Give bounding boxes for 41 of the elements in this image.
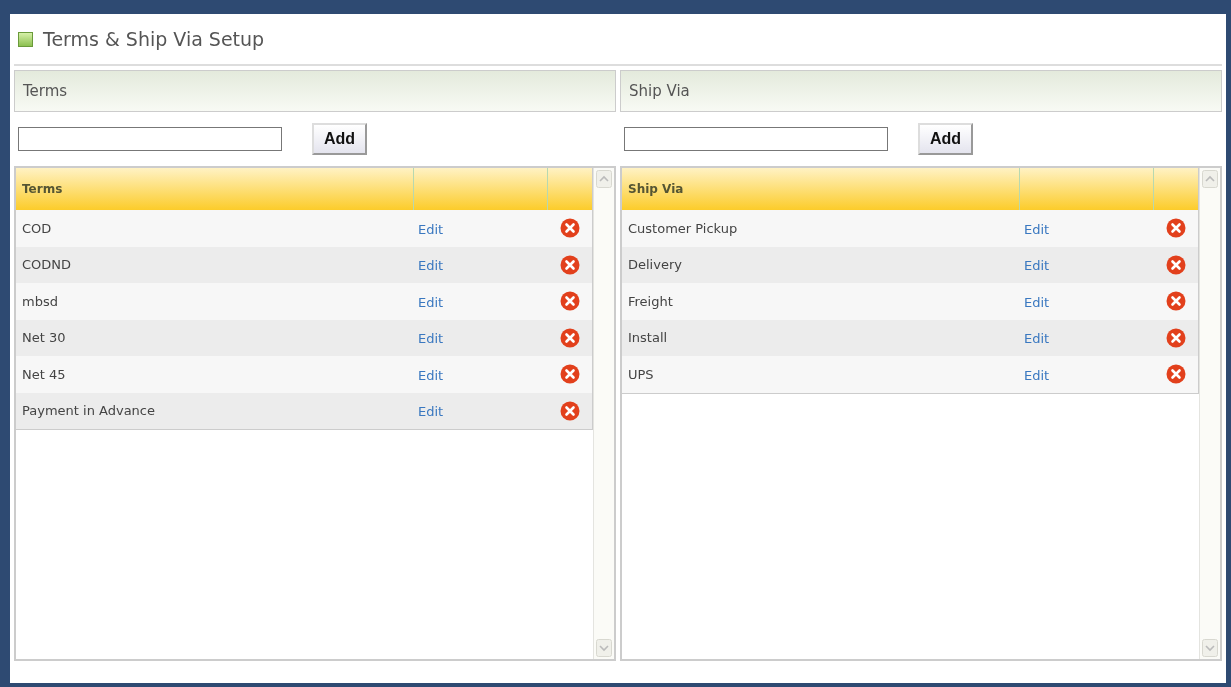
table-cell-text: Payment in Advance [21,403,156,419]
delete-icon[interactable] [1166,254,1186,275]
edit-link[interactable]: Edit [1024,331,1050,347]
table-cell-text: Net 45 [21,366,67,382]
table-cell-text: mbsd [21,293,59,309]
panel-title: Ship Via [629,82,690,100]
input-field[interactable] [624,127,888,151]
table-cell-text: Net 30 [21,330,67,346]
table-cell-text: CODND [21,257,73,273]
delete-icon[interactable] [560,364,580,385]
input-field[interactable] [18,127,282,151]
delete-icon[interactable] [1166,218,1186,239]
table-cell-text: COD [21,220,53,236]
delete-icon[interactable] [560,400,580,421]
edit-link[interactable]: Edit [1024,294,1050,310]
edit-link[interactable]: Edit [418,331,444,347]
edit-link[interactable]: Edit [418,294,444,310]
delete-icon[interactable] [1166,291,1186,312]
table-cell-text: Customer Pickup [627,220,739,236]
delete-icon[interactable] [560,291,580,312]
edit-link[interactable]: Edit [1024,367,1050,383]
edit-link[interactable]: Edit [1024,258,1050,274]
edit-link[interactable]: Edit [418,404,444,420]
add-button[interactable]: Add [918,123,974,155]
edit-link[interactable]: Edit [418,258,444,274]
square-icon [18,31,33,47]
table-cell-text: Delivery [627,257,683,273]
edit-link[interactable]: Edit [1024,221,1050,237]
delete-icon[interactable] [560,218,580,239]
delete-icon[interactable] [1166,364,1186,385]
panel-title: Terms [23,82,68,100]
table-cell-text: UPS [627,366,655,382]
delete-icon[interactable] [560,327,580,348]
window-title: Terms & Ship Via Setup [43,28,265,50]
delete-icon[interactable] [1166,327,1186,348]
edit-link[interactable]: Edit [418,221,444,237]
add-button[interactable]: Add [312,123,368,155]
edit-link[interactable]: Edit [418,367,444,383]
table-cell-text: Freight [627,293,674,309]
delete-icon[interactable] [560,254,580,275]
table-cell-text: Install [627,330,669,346]
